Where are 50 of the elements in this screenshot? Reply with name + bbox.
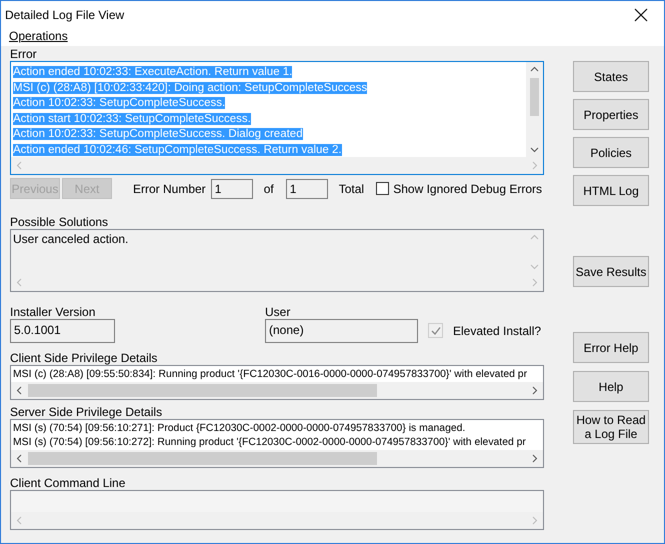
scrollbar-thumb[interactable] [28, 384, 377, 397]
command-line-text-area[interactable] [10, 490, 544, 530]
checkbox[interactable] [376, 182, 390, 195]
checkbox-label: Elevated Install? [453, 324, 542, 338]
chevron-down-icon[interactable] [530, 147, 539, 153]
side-button[interactable]: Policies [573, 137, 649, 168]
scrollbar-thumb[interactable] [530, 78, 539, 116]
error-number-label: Error Number [133, 182, 206, 196]
chevron-right-icon[interactable] [532, 454, 538, 463]
error-label: Error [10, 48, 37, 61]
total-field[interactable]: 1 [286, 178, 328, 198]
user-field[interactable]: (none) [265, 319, 418, 343]
client-privilege-text-area[interactable]: MSI (c) (28:A8) [09:55:50:834]: Running product '{FC12030C-0016-0000-0000-074957833700}' with elevated pr [10, 365, 544, 400]
side-button[interactable]: Properties [573, 99, 649, 130]
chevron-left-icon[interactable] [16, 386, 22, 395]
close-icon[interactable] [634, 8, 648, 22]
total-label: Total [338, 182, 364, 196]
vertical-scrollbar[interactable] [526, 62, 543, 157]
menu-item[interactable]: Operations [9, 29, 68, 43]
side-button[interactable]: States [573, 61, 649, 92]
server-privilege-text-area[interactable]: MSI (s) (70:54) [09:56:10:271]: Product {FC12030C-0002-0000-0000-074957833700} is managed. MSI (s) (70:54) [09:56:10:272]: Running product '{FC12030C-0002-0000-0000-074957833700}' with elevated pr [10, 419, 544, 468]
user-label: User [265, 306, 292, 319]
scrollbar-thumb[interactable] [28, 452, 377, 465]
client-side-label: Client Side Privilege Details [10, 352, 158, 365]
client-command-line-label: Client Command Line [10, 477, 126, 490]
log-line: MSI (s) (70:54) [09:56:10:271]: Product {FC12030C-0002-0000-0000-074957833700} is managed. [13, 422, 466, 436]
checkmark-icon [430, 324, 442, 336]
server-side-label: Server Side Privilege Details [10, 406, 162, 419]
checkbox-label: Show Ignored Debug Errors [393, 182, 542, 196]
installer-version-label: Installer Version [10, 306, 96, 319]
horizontal-scrollbar[interactable] [11, 382, 543, 399]
solution-text: User canceled action. [13, 232, 128, 246]
log-line: MSI (s) (70:54) [09:56:10:272]: Running product '{FC12030C-0002-0000-0000-074957833700}' with elevated pr [13, 436, 527, 450]
error-log-list[interactable] [10, 61, 544, 175]
horizontal-scrollbar[interactable] [11, 450, 543, 467]
side-button[interactable]: HTML Log [573, 175, 649, 206]
chevron-left-icon[interactable] [16, 454, 22, 463]
error-number-field[interactable]: 1 [210, 178, 253, 198]
chevron-right-icon[interactable] [532, 386, 538, 395]
side-button[interactable]: Help [573, 371, 649, 402]
of-label: of [264, 182, 274, 196]
possible-solutions-label: Possible Solutions [10, 216, 108, 229]
log-line: MSI (c) (28:A8) [09:55:50:834]: Running product '{FC12030C-0016-0000-0000-074957833700}' with elevated pr [13, 368, 528, 382]
window-title: Detailed Log File View [5, 8, 124, 22]
installer-version-field[interactable]: 5.0.1001 [10, 319, 115, 343]
side-button[interactable]: Error Help [573, 332, 649, 363]
side-button[interactable]: How to Read a Log File [573, 410, 649, 444]
side-button[interactable]: Save Results [573, 256, 649, 287]
chevron-up-icon[interactable] [530, 66, 539, 72]
solutions-text-area[interactable]: User canceled action. [10, 229, 544, 292]
